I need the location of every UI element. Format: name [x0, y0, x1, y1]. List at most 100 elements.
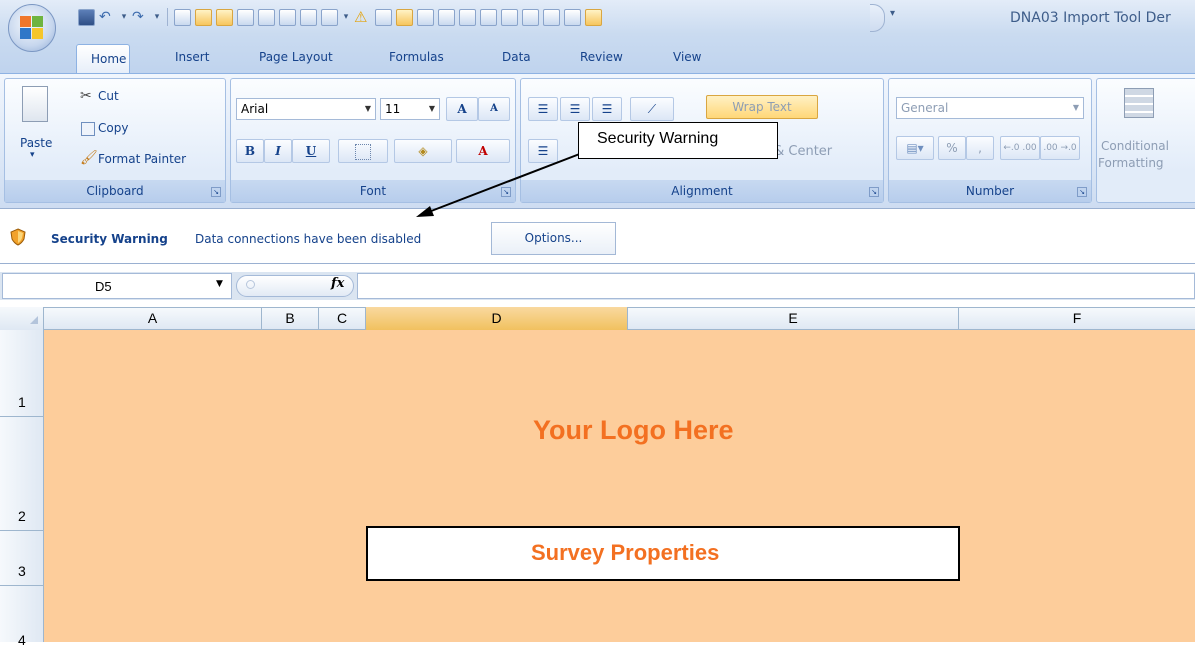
format-painter-icon[interactable]: 🖌 [80, 150, 98, 166]
callout-label: Security Warning [597, 130, 719, 147]
increase-decimal-button[interactable]: ←.0 .00 [1000, 136, 1040, 160]
row-header-4[interactable]: 4 [0, 586, 44, 648]
name-box[interactable] [2, 273, 232, 299]
shrink-font-button[interactable]: A [478, 97, 510, 121]
chevron-down-icon: ▼ [364, 104, 371, 113]
redo-dropdown-icon[interactable]: ▾ [153, 9, 161, 25]
grow-font-button[interactable]: A [446, 97, 478, 121]
percent-button[interactable]: % [938, 136, 966, 160]
tab-insert[interactable]: Insert [175, 50, 209, 64]
formula-control-icon [246, 280, 255, 289]
toolbar-icon-16[interactable] [501, 8, 518, 26]
toolbar-icon-20[interactable] [585, 8, 602, 26]
alignment-launcher-icon[interactable]: ↘ [869, 187, 879, 197]
name-box-dropdown-icon[interactable]: ▼ [216, 279, 223, 289]
tab-page-layout[interactable]: Page Layout [259, 50, 333, 64]
number-format-select[interactable]: General ▼ [896, 97, 1084, 119]
font-color-button[interactable]: A [456, 139, 510, 163]
column-header-f[interactable]: F [959, 307, 1195, 330]
toolbar-icon-8[interactable] [321, 8, 338, 26]
align-middle-icon[interactable]: ☰ [560, 97, 590, 121]
clipboard-group-label: Clipboard [5, 180, 225, 202]
format-painter-button[interactable]: Format Painter [98, 152, 186, 166]
alignment-group-label: Alignment [521, 180, 883, 202]
cut-button[interactable]: Cut [98, 89, 119, 103]
row-header-2[interactable]: 2 [0, 417, 44, 531]
office-logo-icon [20, 16, 44, 40]
italic-button[interactable]: I [264, 139, 292, 163]
row-header-1[interactable]: 1 [0, 330, 44, 417]
row-number: 4 [18, 632, 26, 648]
toolbar-icon-17[interactable] [522, 8, 539, 26]
decrease-decimal-button[interactable]: .00 →.0 [1040, 136, 1080, 160]
paste-icon[interactable] [22, 86, 48, 122]
logo-placeholder-text[interactable]: Your Logo Here [533, 415, 734, 446]
copy-button[interactable]: Copy [98, 121, 128, 135]
formula-input[interactable] [357, 273, 1195, 299]
toolbar-icon-14[interactable] [459, 8, 476, 26]
toolbar-icon-11[interactable] [396, 8, 413, 26]
align-top-icon[interactable]: ☰ [528, 97, 558, 121]
toolbar-icon-19[interactable] [564, 8, 581, 26]
tab-formulas[interactable]: Formulas [389, 50, 444, 64]
save-icon[interactable] [78, 8, 95, 26]
tab-data[interactable]: Data [502, 50, 531, 64]
align-left-icon[interactable]: ☰ [528, 139, 558, 163]
font-name-select[interactable]: Arial ▼ [236, 98, 376, 120]
fill-color-button[interactable]: ◈ [394, 139, 452, 163]
clipboard-launcher-icon[interactable]: ↘ [211, 187, 221, 197]
customize-toolbar-icon[interactable]: ▾ [890, 8, 895, 19]
tab-home[interactable]: Home [76, 44, 130, 74]
redo-icon[interactable]: ↷ [132, 9, 149, 26]
cut-icon[interactable]: ✂ [80, 88, 92, 104]
column-header-d[interactable]: D [366, 307, 628, 330]
chevron-down-icon: ▼ [428, 104, 435, 113]
insert-function-button[interactable]: fx [331, 276, 344, 291]
font-name-value: Arial [241, 102, 269, 116]
tab-review[interactable]: Review [580, 50, 623, 64]
macro-tool-icon[interactable] [195, 8, 212, 26]
worksheet-area[interactable] [44, 330, 1195, 642]
toolbar-icon-10[interactable] [375, 8, 392, 26]
properties-icon[interactable] [174, 8, 191, 26]
comma-button[interactable]: , [966, 136, 994, 160]
toolbar-dropdown-icon[interactable]: ▾ [342, 9, 350, 25]
align-bottom-icon[interactable]: ☰ [592, 97, 622, 121]
toolbar-icon-7[interactable] [300, 8, 317, 26]
toolbar-icon-13[interactable] [438, 8, 455, 26]
bold-button[interactable]: B [236, 139, 264, 163]
number-launcher-icon[interactable]: ↘ [1077, 187, 1087, 197]
undo-icon[interactable]: ↶ [99, 9, 116, 26]
column-header-a[interactable]: A [44, 307, 262, 330]
paste-button[interactable]: Paste [20, 136, 52, 150]
copy-icon[interactable] [81, 122, 95, 136]
font-launcher-icon[interactable]: ↘ [501, 187, 511, 197]
wrap-text-button[interactable]: Wrap Text [706, 95, 818, 119]
toolbar-icon-4[interactable] [237, 8, 254, 26]
underline-button[interactable]: U [292, 139, 330, 163]
toolbar-icon-6[interactable] [279, 8, 296, 26]
toolbar-icon-18[interactable] [543, 8, 560, 26]
undo-dropdown-icon[interactable]: ▾ [120, 9, 128, 25]
column-header-c[interactable]: C [319, 307, 366, 330]
warning-icon[interactable]: ⚠ [354, 8, 371, 26]
options-button[interactable]: Options... [491, 222, 616, 255]
conditional-label[interactable]: Conditional [1101, 139, 1169, 153]
toolbar-icon-12[interactable] [417, 8, 434, 26]
column-header-e[interactable]: E [628, 307, 959, 330]
tab-view[interactable]: View [673, 50, 701, 64]
orientation-icon[interactable]: ⟋ [630, 97, 674, 121]
accounting-icon[interactable]: ▤▾ [896, 136, 934, 160]
font-size-select[interactable]: 11 ▼ [380, 98, 440, 120]
toolbar-icon-15[interactable] [480, 8, 497, 26]
conditional-formatting-icon[interactable] [1124, 88, 1154, 118]
paste-dropdown-icon[interactable]: ▾ [30, 150, 35, 160]
toolbar-separator [167, 8, 168, 26]
office-button[interactable] [8, 4, 56, 52]
column-header-b[interactable]: B [262, 307, 319, 330]
row-header-3[interactable]: 3 [0, 531, 44, 586]
toolbar-icon-5[interactable] [258, 8, 275, 26]
formatting-label[interactable]: Formatting [1098, 156, 1164, 170]
chart-tool-icon[interactable] [216, 8, 233, 26]
borders-button[interactable] [338, 139, 388, 163]
